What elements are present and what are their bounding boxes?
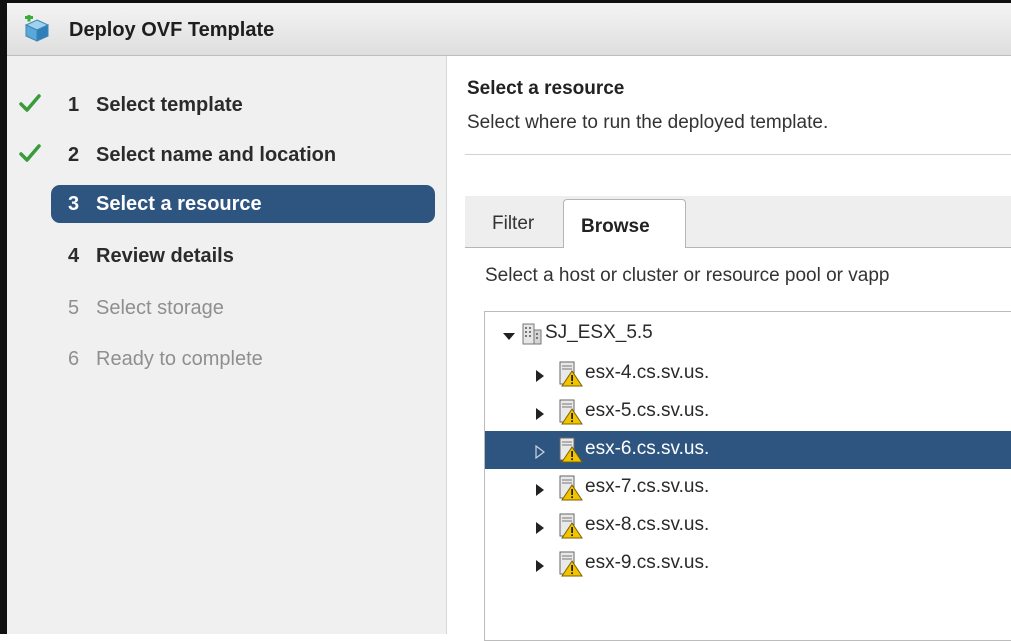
step-label: Select storage — [96, 297, 224, 319]
tree-node-label: esx-5.cs.sv.us. — [585, 400, 710, 421]
tree-node-label: esx-4.cs.sv.us. — [585, 362, 710, 383]
host-warning-icon — [557, 437, 583, 463]
tab-strip: Filter Browse — [465, 196, 1011, 248]
tree-item-host[interactable]: esx-9.cs.sv.us. — [485, 545, 1011, 583]
tree-node-label: esx-8.cs.sv.us. — [585, 514, 710, 535]
checkmark-icon — [19, 92, 41, 114]
tree-node-label: esx-9.cs.sv.us. — [585, 552, 710, 573]
ovf-template-icon — [23, 13, 51, 43]
host-warning-icon — [557, 513, 583, 539]
host-warning-icon — [557, 399, 583, 425]
expand-arrow-down-icon[interactable] — [502, 327, 516, 341]
title-bar: Deploy OVF Template — [7, 3, 1011, 56]
page-description: Select where to run the deployed templat… — [467, 112, 829, 133]
expand-arrow-right-icon[interactable] — [533, 405, 547, 420]
window-title: Deploy OVF Template — [69, 19, 275, 41]
step-number: 3 — [68, 193, 80, 215]
host-warning-icon — [557, 475, 583, 501]
step-number: 6 — [68, 348, 80, 370]
expand-arrow-right-icon[interactable] — [533, 481, 547, 496]
tab-filter[interactable]: Filter — [492, 213, 534, 235]
checkmark-icon — [19, 142, 41, 164]
datacenter-icon — [519, 321, 545, 347]
step-label: Select template — [96, 94, 243, 116]
instruction-text: Select a host or cluster or resource poo… — [485, 265, 890, 286]
expand-arrow-right-icon[interactable] — [533, 443, 547, 460]
step-review-details[interactable]: 4 Review details — [7, 237, 447, 275]
expand-arrow-right-icon[interactable] — [533, 519, 547, 534]
step-number: 2 — [68, 144, 80, 166]
tree-item-host[interactable]: esx-8.cs.sv.us. — [485, 507, 1011, 545]
step-label: Review details — [96, 245, 234, 267]
tree-item-host[interactable]: esx-4.cs.sv.us. — [485, 355, 1011, 393]
step-select-storage: 5 Select storage — [7, 289, 447, 327]
tree-item-host[interactable]: esx-7.cs.sv.us. — [485, 469, 1011, 507]
step-ready-to-complete: 6 Ready to complete — [7, 340, 447, 378]
step-select-name-and-location[interactable]: 2 Select name and location — [7, 136, 447, 174]
tree-item-host-selected[interactable]: esx-6.cs.sv.us. — [485, 431, 1011, 469]
tree-node-label: SJ_ESX_5.5 — [545, 322, 653, 343]
tree-root-datacenter[interactable]: SJ_ESX_5.5 — [485, 315, 1011, 353]
page-title: Select a resource — [467, 78, 625, 99]
step-select-a-resource[interactable]: 3 Select a resource — [7, 185, 447, 223]
step-number: 5 — [68, 297, 80, 319]
step-label: Select a resource — [96, 193, 262, 215]
tab-browse[interactable]: Browse — [563, 199, 686, 248]
host-warning-icon — [557, 551, 583, 577]
expand-arrow-right-icon[interactable] — [533, 367, 547, 382]
wizard-steps-nav: 1 Select template 2 Select name and loca… — [7, 56, 447, 634]
step-label: Ready to complete — [96, 348, 263, 370]
main-panel: Select a resource Select where to run th… — [448, 56, 1011, 641]
step-number: 4 — [68, 245, 80, 267]
expand-arrow-right-icon[interactable] — [533, 557, 547, 572]
host-warning-icon — [557, 361, 583, 387]
step-label: Select name and location — [96, 144, 337, 166]
tree-item-host[interactable]: esx-5.cs.sv.us. — [485, 393, 1011, 431]
step-number: 1 — [68, 94, 80, 116]
step-select-template[interactable]: 1 Select template — [7, 86, 447, 124]
tree-node-label: esx-7.cs.sv.us. — [585, 476, 710, 497]
resource-tree: SJ_ESX_5.5 esx-4.cs.sv.us. esx-5.cs.sv.u… — [484, 311, 1011, 641]
tree-node-label: esx-6.cs.sv.us. — [585, 438, 710, 459]
divider — [465, 154, 1011, 155]
tab-browse-label: Browse — [581, 216, 650, 237]
